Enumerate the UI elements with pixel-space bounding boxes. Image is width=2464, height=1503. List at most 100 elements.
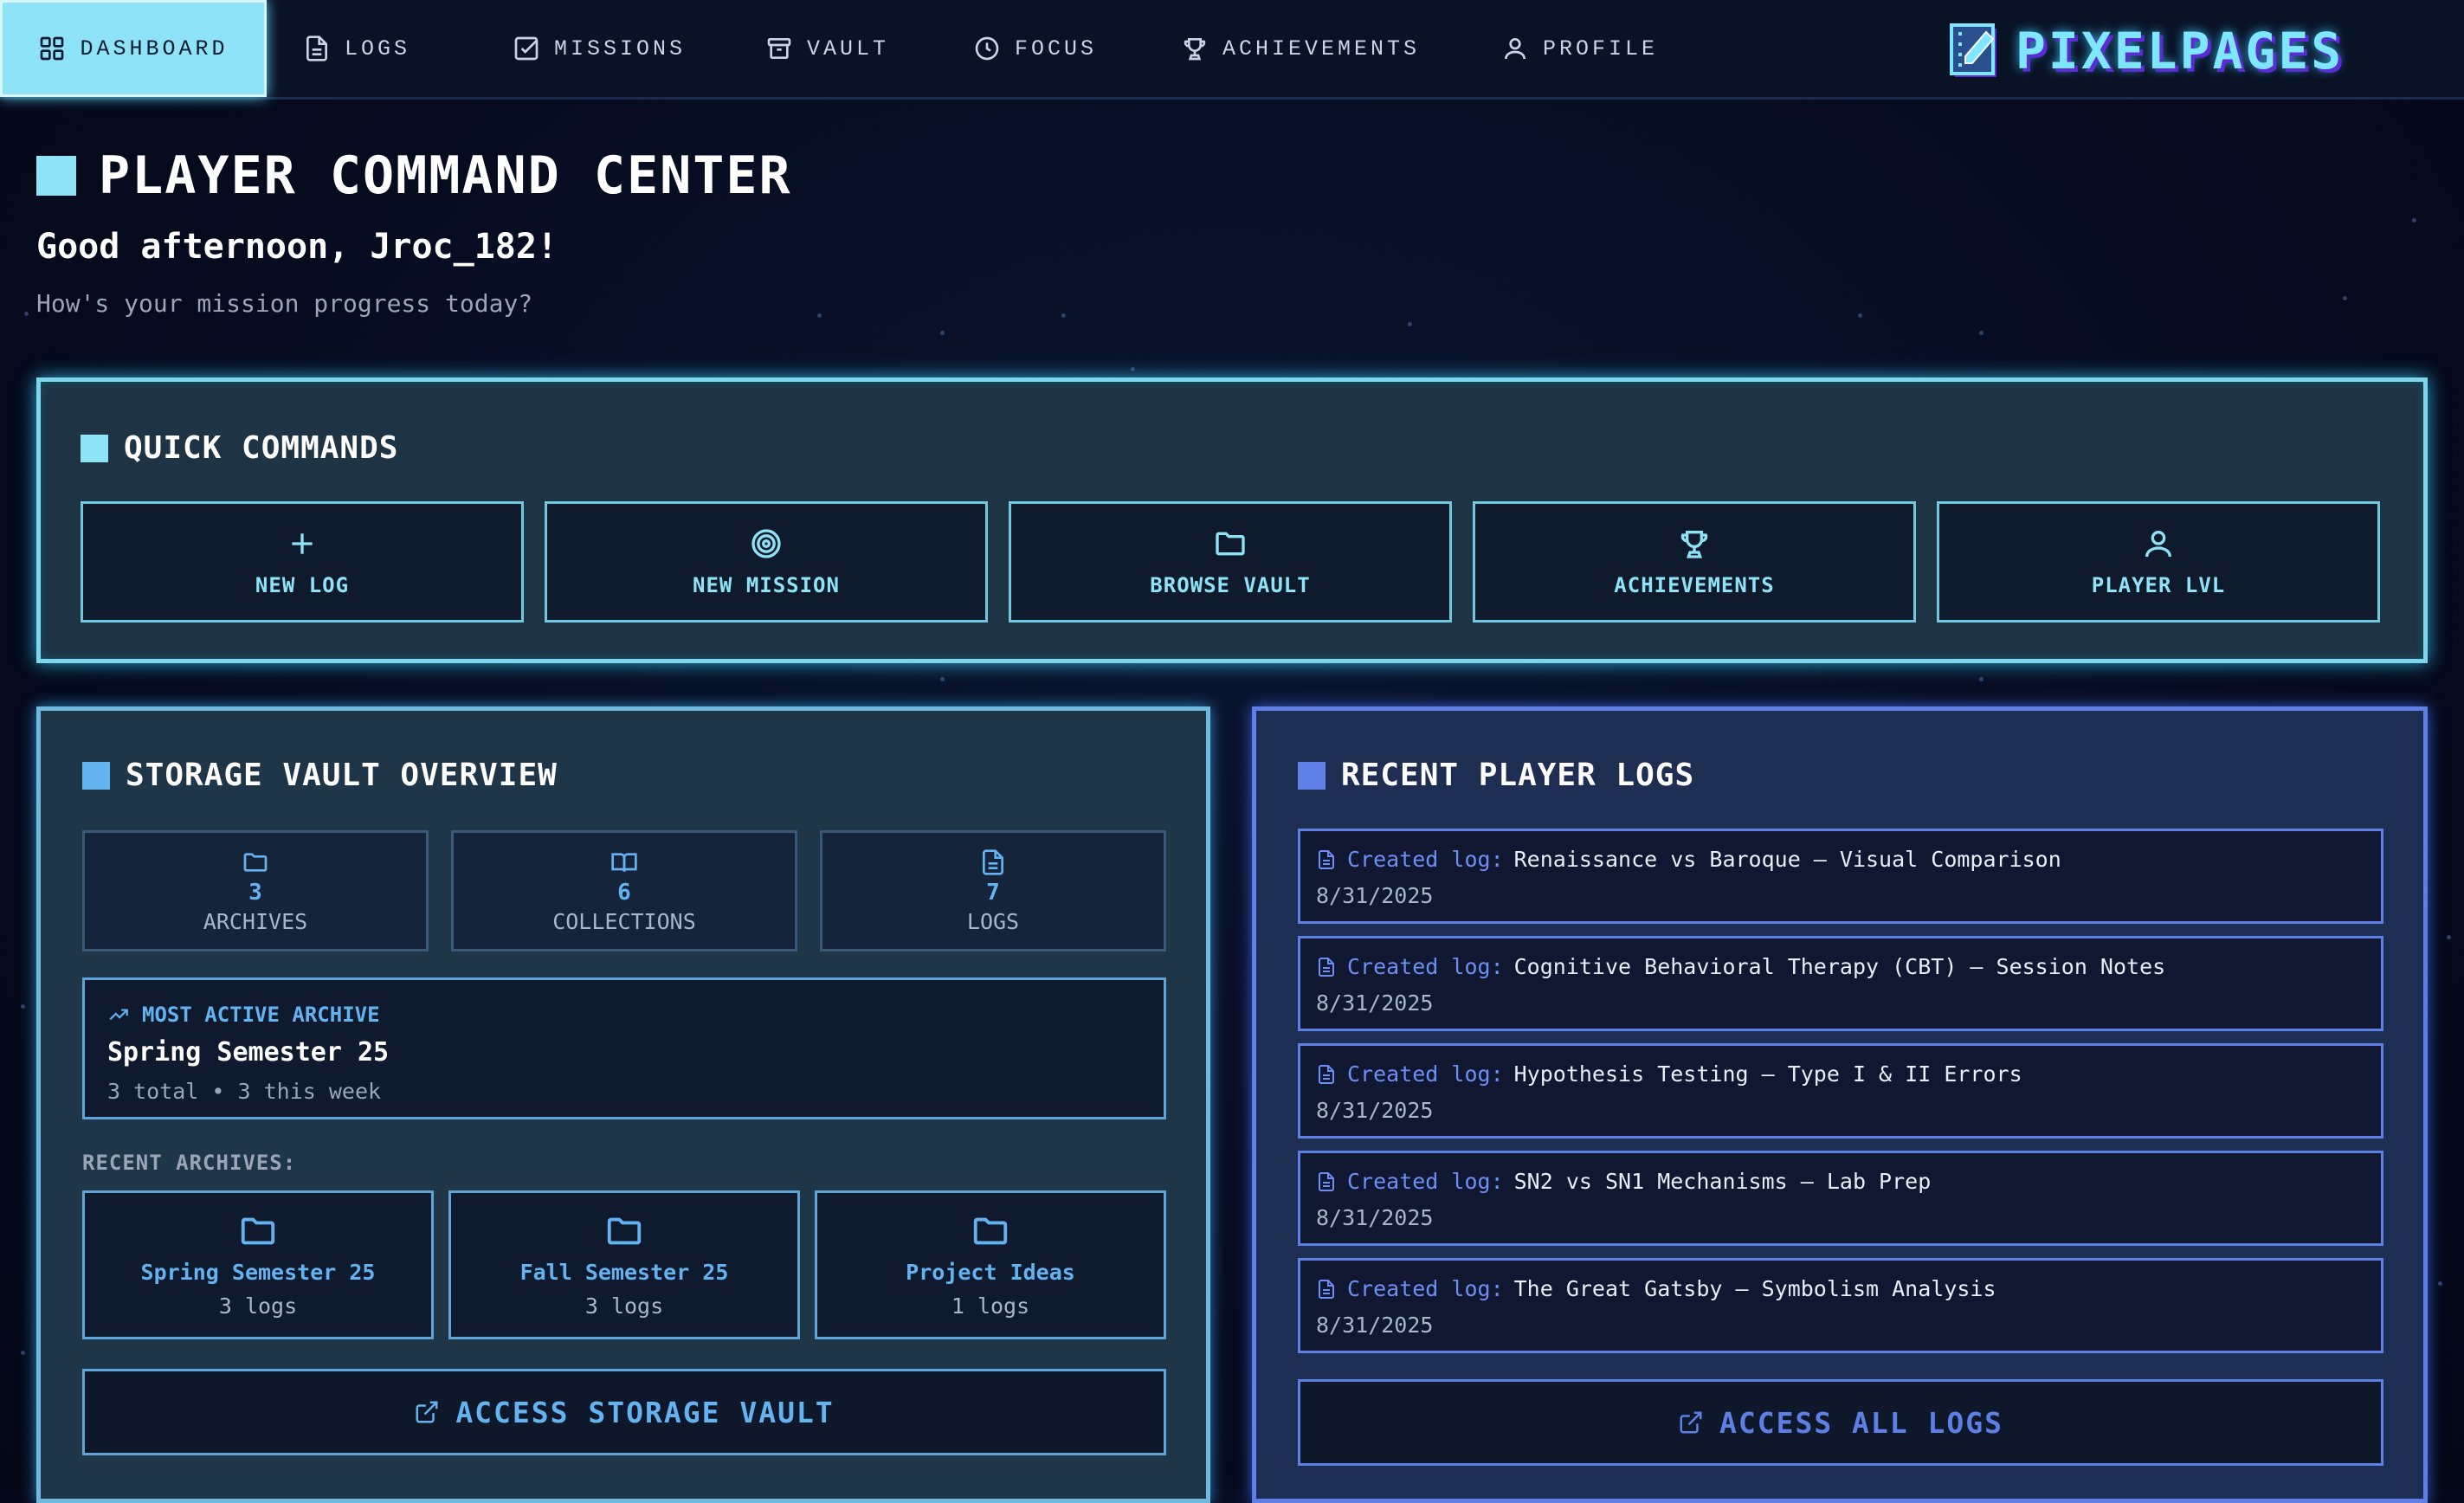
button-label: ACCESS ALL LOGS [1719,1405,2003,1440]
archive-count: 3 logs [584,1293,664,1319]
greeting-subtitle: How's your mission progress today? [36,289,533,318]
stat-label: ARCHIVES [203,908,308,934]
page-title: PLAYER COMMAND CENTER [36,145,792,206]
file-icon [1319,1279,1334,1299]
file-icon [1319,849,1334,869]
archive-name: Fall Semester 25 [519,1260,729,1285]
log-date: 8/31/2025 [1316,1313,1434,1338]
log-item[interactable]: Created log: Hypothesis Testing – Type I… [1298,1043,2383,1139]
button-label: NEW LOG [255,573,350,597]
user-icon [1505,38,1525,60]
quick-commands-panel: QUICK COMMANDS NEW LOG NEW MISSION BROWS… [36,377,2428,663]
browse-vault-button[interactable]: BROWSE VAULT [1009,501,1452,622]
trending-up-icon [109,1009,128,1021]
most-active-heading: MOST ACTIVE ARCHIVE [107,1003,380,1027]
nav-label: MISSIONS [554,35,687,61]
button-label: ACHIEVEMENTS [1614,573,1775,597]
most-active-heading-text: MOST ACTIVE ARCHIVE [142,1003,380,1027]
title-square-icon [36,156,76,196]
nav-label: VAULT [807,35,890,61]
title-square-icon [82,761,110,790]
log-line: Created log: Cognitive Behavioral Therap… [1316,954,2165,979]
nav-logs[interactable]: LOGS [303,0,410,97]
log-line: Created log: Renaissance vs Baroque – Vi… [1316,847,2061,872]
archive-icon [767,38,791,59]
log-item[interactable]: Created log: Cognitive Behavioral Therap… [1298,936,2383,1031]
external-link-icon [1680,1411,1702,1434]
nav-label: PROFILE [1543,35,1659,61]
grid-icon [41,36,64,61]
log-prefix: Created log: [1347,1061,1504,1087]
log-title: Cognitive Behavioral Therapy (CBT) – Ses… [1513,954,2166,979]
archive-count: 3 logs [218,1293,298,1319]
access-storage-vault-button[interactable]: ACCESS STORAGE VAULT [82,1369,1166,1455]
nav-dashboard[interactable]: DASHBOARD [0,0,267,97]
most-active-archive[interactable]: MOST ACTIVE ARCHIVE Spring Semester 25 3… [82,977,1166,1119]
title-square-icon [81,434,108,462]
archive-name: Project Ideas [906,1260,1075,1285]
log-prefix: Created log: [1347,847,1504,872]
folder-icon [241,1217,275,1245]
plus-icon [292,533,313,554]
button-label: ACCESS STORAGE VAULT [455,1395,835,1429]
achievements-button[interactable]: ACHIEVEMENTS [1473,501,1916,622]
log-item[interactable]: Created log: The Great Gatsby – Symbolis… [1298,1258,2383,1353]
button-label: NEW MISSION [693,573,840,597]
panel-title-text: QUICK COMMANDS [124,430,399,466]
stat-value: 6 [617,879,631,906]
nav-focus[interactable]: FOCUS [973,0,1097,97]
log-title: SN2 vs SN1 Mechanisms – Lab Prep [1513,1169,1932,1194]
archive-card[interactable]: Fall Semester 25 3 logs [448,1190,800,1339]
button-label: BROWSE VAULT [1150,573,1311,597]
archive-card[interactable]: Spring Semester 25 3 logs [82,1190,434,1339]
nav-achievements[interactable]: ACHIEVEMENTS [1181,0,1420,97]
nav-missions[interactable]: MISSIONS [513,0,686,97]
archive-card[interactable]: Project Ideas 1 logs [815,1190,1166,1339]
stat-label: LOGS [966,908,1020,934]
stat-value: 3 [248,879,262,906]
brand-name: PIXELPAGES [2016,22,2345,81]
log-item[interactable]: Created log: SN2 vs SN1 Mechanisms – Lab… [1298,1151,2383,1246]
nav-profile[interactable]: PROFILE [1501,0,1658,97]
file-icon [1319,1171,1334,1191]
panel-title-text: STORAGE VAULT OVERVIEW [126,758,558,793]
access-all-logs-button[interactable]: ACCESS ALL LOGS [1298,1379,2383,1466]
file-icon [1319,1064,1334,1084]
panel-title-text: RECENT PLAYER LOGS [1341,758,1695,793]
top-nav: DASHBOARD LOGS MISSIONS VAULT FOCUS ACHI… [0,0,2464,100]
nav-label: DASHBOARD [80,35,229,61]
log-prefix: Created log: [1347,1169,1504,1194]
notebook-pencil-icon [1950,23,1996,77]
clock-icon [975,36,999,61]
trophy-icon [1680,531,1708,558]
log-line: Created log: SN2 vs SN1 Mechanisms – Lab… [1316,1169,1931,1194]
vault-title: STORAGE VAULT OVERVIEW [82,758,558,793]
recent-logs-panel: RECENT PLAYER LOGS Created log: Renaissa… [1252,706,2428,1503]
nav-vault[interactable]: VAULT [765,0,889,97]
log-title: The Great Gatsby – Symbolism Analysis [1513,1276,1996,1301]
log-line: Created log: The Great Gatsby – Symbolis… [1316,1276,1996,1301]
player-level-button[interactable]: PLAYER LVL [1937,501,2380,622]
external-link-icon [416,1401,438,1423]
trophy-icon [1184,38,1206,61]
page-title-text: PLAYER COMMAND CENTER [99,145,792,206]
checkbox-icon [514,36,539,61]
log-date: 8/31/2025 [1316,990,1434,1016]
user-icon [2145,531,2171,558]
stat-logs: 7 LOGS [820,830,1166,951]
stat-value: 7 [986,879,1000,906]
folder-icon [1216,532,1245,556]
stat-collections: 6 COLLECTIONS [451,830,797,951]
log-prefix: Created log: [1347,1276,1504,1301]
recent-archives-label: RECENT ARCHIVES: [82,1151,297,1175]
folder-icon [973,1217,1008,1245]
log-title: Renaissance vs Baroque – Visual Comparis… [1513,847,2061,872]
log-item[interactable]: Created log: Renaissance vs Baroque – Vi… [1298,829,2383,924]
new-log-button[interactable]: NEW LOG [81,501,524,622]
book-icon [611,852,637,872]
new-mission-button[interactable]: NEW MISSION [545,501,988,622]
archive-name: Spring Semester 25 [140,1260,376,1285]
nav-label: ACHIEVEMENTS [1222,35,1421,61]
log-prefix: Created log: [1347,954,1504,979]
brand-logo[interactable]: PIXELPAGES [1948,21,2344,81]
